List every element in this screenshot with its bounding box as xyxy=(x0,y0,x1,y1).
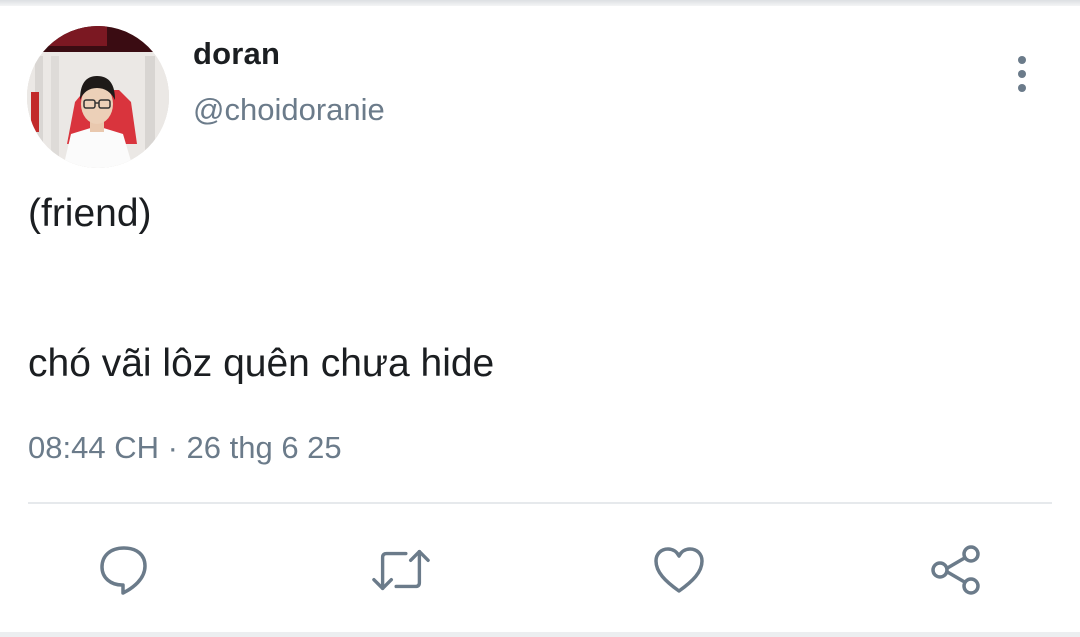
avatar[interactable] xyxy=(27,26,169,168)
tweet-timestamp[interactable]: 08:44 CH · 26 thg 6 25 xyxy=(28,430,342,466)
retweet-icon xyxy=(372,549,430,591)
divider xyxy=(28,502,1052,504)
more-dot-icon xyxy=(1018,56,1026,64)
more-dot-icon xyxy=(1018,84,1026,92)
more-options-button[interactable] xyxy=(1004,52,1040,96)
heart-icon xyxy=(654,547,704,593)
tweet-text-line: (friend) xyxy=(28,192,152,235)
more-dot-icon xyxy=(1018,70,1026,78)
like-button[interactable] xyxy=(649,540,709,600)
speech-bubble-icon xyxy=(100,546,147,595)
author-handle[interactable]: @choidoranie xyxy=(193,92,385,128)
retweet-button[interactable] xyxy=(371,540,431,600)
top-border xyxy=(0,0,1080,6)
bottom-border xyxy=(0,632,1080,637)
share-button[interactable] xyxy=(926,540,986,600)
author-display-name[interactable]: doran xyxy=(193,36,280,72)
tweet-text-line: chó vãi lôz quên chưa hide xyxy=(28,342,495,385)
share-icon xyxy=(931,545,980,595)
reply-button[interactable] xyxy=(94,540,154,600)
